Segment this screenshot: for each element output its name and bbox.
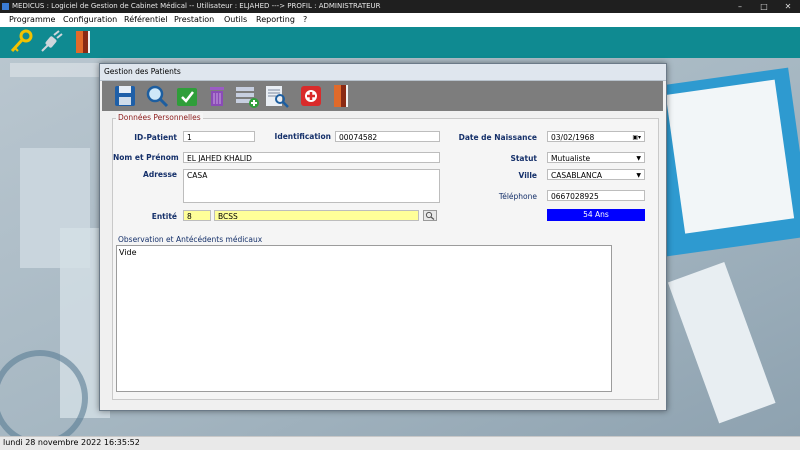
- observation-textarea[interactable]: Vide: [116, 245, 612, 392]
- menu-reporting[interactable]: Reporting: [256, 13, 295, 27]
- birth-date-value: 03/02/1968: [551, 133, 595, 142]
- calendar-dropdown-icon[interactable]: ▣▾: [632, 132, 641, 141]
- address-label: Adresse: [143, 170, 177, 179]
- chevron-down-icon: ▼: [636, 172, 641, 179]
- status-label: Statut: [510, 154, 537, 163]
- window-title-bar: MEDICUS : Logiciel de Gestion de Cabinet…: [0, 0, 800, 13]
- add-record-icon[interactable]: [234, 83, 260, 109]
- status-datetime: lundi 28 novembre 2022 16:35:52: [3, 438, 140, 447]
- patient-management-dialog: Gestion des Patients Données Personnelle…: [99, 63, 667, 411]
- medical-add-icon[interactable]: [298, 83, 324, 109]
- status-bar: lundi 28 novembre 2022 16:35:52: [0, 436, 800, 450]
- close-button[interactable]: ✕: [776, 0, 800, 13]
- minimize-button[interactable]: –: [728, 0, 752, 13]
- maximize-button[interactable]: □: [752, 0, 776, 13]
- birth-date-label: Date de Naissance: [458, 133, 537, 142]
- search-icon: [425, 211, 435, 220]
- validate-icon[interactable]: [174, 83, 200, 109]
- menu-programme[interactable]: Programme: [9, 13, 55, 27]
- menu-outils[interactable]: Outils: [224, 13, 247, 27]
- menu-referentiel[interactable]: Référentiel: [124, 13, 167, 27]
- phone-label: Téléphone: [498, 192, 537, 201]
- id-patient-label: ID-Patient: [134, 133, 177, 142]
- chevron-down-icon: ▼: [636, 155, 641, 162]
- menu-bar: Programme Configuration Référentiel Pres…: [0, 13, 800, 27]
- address-field[interactable]: CASA: [183, 169, 440, 203]
- search-icon[interactable]: [144, 83, 170, 109]
- entity-label: Entité: [151, 212, 177, 221]
- city-value: CASABLANCA: [551, 171, 603, 180]
- age-badge: 54 Ans: [547, 209, 645, 221]
- key-icon[interactable]: [8, 29, 34, 55]
- status-select[interactable]: Mutualiste ▼: [547, 152, 645, 163]
- exit-door-icon[interactable]: [70, 29, 96, 55]
- name-label: Nom et Prénom: [113, 153, 179, 162]
- save-icon[interactable]: [112, 83, 138, 109]
- preview-icon[interactable]: [264, 83, 290, 109]
- name-field[interactable]: EL JAHED KHALID: [183, 152, 440, 163]
- identification-field[interactable]: 00074582: [335, 131, 440, 142]
- menu-help[interactable]: ?: [303, 13, 307, 27]
- trash-icon[interactable]: [204, 83, 230, 109]
- dialog-toolbar: [102, 81, 663, 111]
- id-patient-field[interactable]: 1: [183, 131, 255, 142]
- entity-code-field[interactable]: 8: [183, 210, 211, 221]
- entity-name-field[interactable]: BCSS: [214, 210, 419, 221]
- status-value: Mutualiste: [551, 154, 591, 163]
- section-personal-data: Données Personnelles: [116, 113, 203, 122]
- section-observation: Observation et Antécédents médicaux: [118, 235, 263, 244]
- dialog-title-bar: Gestion des Patients: [100, 64, 666, 81]
- window-title: MEDICUS : Logiciel de Gestion de Cabinet…: [12, 2, 381, 10]
- personal-data-panel: Données Personnelles ID-Patient 1 Identi…: [112, 113, 659, 400]
- phone-field[interactable]: 0667028925: [547, 190, 645, 201]
- plug-icon[interactable]: [38, 29, 64, 55]
- exit-door-icon[interactable]: [328, 83, 354, 109]
- app-icon: [2, 3, 9, 10]
- dialog-title: Gestion des Patients: [104, 67, 181, 76]
- menu-configuration[interactable]: Configuration: [63, 13, 117, 27]
- identification-label: Identification: [274, 132, 331, 141]
- main-toolbar: [0, 27, 800, 58]
- entity-search-button[interactable]: [423, 210, 437, 221]
- city-label: Ville: [518, 171, 537, 180]
- city-select[interactable]: CASABLANCA ▼: [547, 169, 645, 180]
- menu-prestation[interactable]: Prestation: [174, 13, 214, 27]
- birth-date-picker[interactable]: 03/02/1968 ▣▾: [547, 131, 645, 142]
